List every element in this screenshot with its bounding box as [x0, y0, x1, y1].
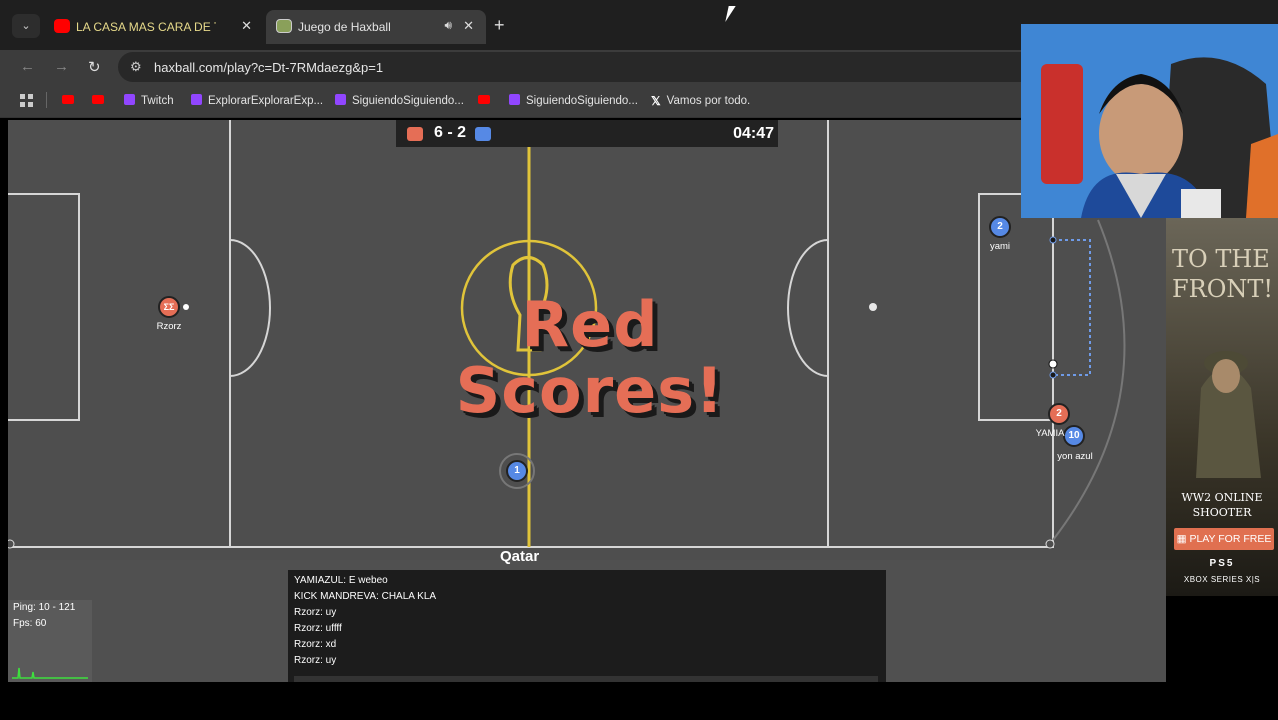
chat-message: Rzorz: uy — [294, 655, 337, 666]
bookmark-explorar[interactable]: ExplorarExplorarExp... — [191, 94, 323, 107]
x-icon: 𝕏 — [651, 94, 661, 108]
site-settings-icon[interactable]: ⚙ — [130, 59, 142, 75]
twitch-icon — [124, 94, 135, 105]
ad-button-label: PLAY FOR FREE — [1189, 533, 1272, 545]
field-logo: Qatar — [500, 548, 540, 565]
goal-message: Red Scores! — [445, 292, 735, 424]
fps-text: Fps: 60 — [13, 618, 47, 629]
youtube-icon — [62, 95, 74, 104]
youtube-icon — [54, 19, 70, 33]
bookmarks-divider — [46, 92, 47, 108]
player-number: 2 — [1056, 408, 1062, 419]
ps5-logo: PS5 — [1209, 558, 1235, 569]
player-number: ΣΣ — [163, 302, 175, 312]
stats-panel: Ping: 10 - 121 Fps: 60 — [8, 600, 92, 682]
tab-search-button[interactable]: ⌄ — [12, 14, 40, 38]
close-tab-icon[interactable]: ✕ — [241, 18, 252, 34]
close-tab-icon[interactable]: ✕ — [463, 18, 474, 34]
tab-title: Juego de Haxball — [298, 20, 391, 34]
blue-team-swatch — [475, 127, 491, 141]
chat-message: YAMIAZUL: E webeo — [294, 575, 388, 586]
game-timer: 04:47 — [733, 125, 774, 142]
ad-title-line2: FRONT! — [1172, 275, 1274, 303]
chat-message: Rzorz: uffff — [294, 623, 342, 634]
address-bar[interactable]: ⚙ haxball.com/play?c=Dt-7RMdaezg&p=1 — [118, 52, 1078, 82]
advertisement[interactable]: TO THE FRONT! WW2 ONLINE SHOOTER ▦ PLAY … — [1166, 218, 1278, 596]
url-text: haxball.com/play?c=Dt-7RMdaezg&p=1 — [154, 60, 384, 75]
twitch-icon — [191, 94, 202, 105]
apps-grid-icon[interactable] — [20, 94, 33, 107]
ad-subtitle-line1: WW2 ONLINE — [1181, 491, 1263, 504]
chat-message: Rzorz: xd — [294, 639, 337, 650]
chat-message: Rzorz: uy — [294, 607, 337, 618]
player-name: YAMIA — [1035, 428, 1065, 439]
forward-icon[interactable]: → — [54, 58, 69, 75]
goal-message-line1: Red — [521, 288, 659, 361]
streamer-webcam-image — [1021, 24, 1278, 218]
haxball-icon — [276, 19, 292, 33]
player-number: 10 — [1068, 430, 1080, 441]
player-name: yon azul — [1057, 451, 1093, 462]
chat-panel: YAMIAZUL: E webeo KICK MANDREVA: CHALA K… — [288, 570, 886, 682]
mouse-cursor-icon — [725, 6, 736, 22]
new-tab-button[interactable]: + — [494, 15, 505, 36]
red-team-swatch — [407, 127, 423, 141]
ping-text: Ping: 10 - 121 — [13, 602, 76, 613]
ping-graph — [12, 667, 88, 679]
ad-subtitle: WW2 ONLINE SHOOTER — [1166, 490, 1278, 520]
reload-icon[interactable]: ↻ — [88, 58, 101, 76]
twitch-icon — [335, 94, 346, 105]
ad-title: TO THE FRONT! — [1172, 244, 1273, 304]
speaker-icon[interactable]: 🔊︎ — [444, 18, 452, 33]
ad-play-button[interactable]: ▦ PLAY FOR FREE — [1174, 528, 1274, 550]
tab-youtube[interactable]: LA CASA MAS CARA DE TO ✕ — [44, 10, 264, 44]
screen: ⌄ LA CASA MAS CARA DE TO ✕ Juego de Haxb… — [0, 0, 1278, 720]
bookmark-siguiendo-1[interactable]: SiguiendoSiguiendo... — [335, 94, 464, 107]
webcam-overlay — [1021, 24, 1278, 218]
twitch-icon — [509, 94, 520, 105]
goal-message-line2: Scores! — [455, 354, 725, 427]
score-text: 6 - 2 — [433, 124, 466, 141]
player-name: Rzorz — [156, 321, 182, 332]
haxball-game[interactable]: ΣΣ Rzorz 2 yami 2 YAMIA 10 yon azul 1 6 … — [8, 120, 1166, 682]
player-number: 1 — [514, 465, 520, 476]
tab-haxball[interactable]: Juego de Haxball 🔊︎ ✕ — [266, 10, 486, 44]
back-icon[interactable]: ← — [20, 58, 35, 75]
ad-title-line1: TO THE — [1172, 245, 1270, 273]
bookmark-siguiendo-2[interactable]: SiguiendoSiguiendo... — [509, 94, 638, 107]
chat-message: KICK MANDREVA: CHALA KLA — [294, 591, 437, 602]
scoreboard: 6 - 2 04:47 — [396, 120, 778, 147]
bookmark-twitch[interactable]: Twitch — [124, 94, 174, 107]
chat-input[interactable] — [294, 676, 878, 682]
youtube-icon — [92, 95, 104, 104]
ad-subtitle-line2: SHOOTER — [1192, 506, 1252, 519]
player-number: 2 — [997, 221, 1003, 232]
bookmark-x[interactable]: 𝕏 Vamos por todo. — [651, 94, 750, 108]
bookmark-youtube-1[interactable] — [62, 94, 80, 106]
windows-icon: ▦ — [1176, 533, 1190, 545]
youtube-icon — [478, 95, 490, 104]
tab-title: LA CASA MAS CARA DE TO — [76, 20, 216, 34]
player-name: yami — [989, 241, 1011, 252]
bookmark-youtube-3[interactable] — [478, 94, 496, 106]
bookmark-youtube-2[interactable] — [92, 94, 110, 106]
xbox-logo: XBOX SERIES X|S — [1183, 575, 1261, 584]
